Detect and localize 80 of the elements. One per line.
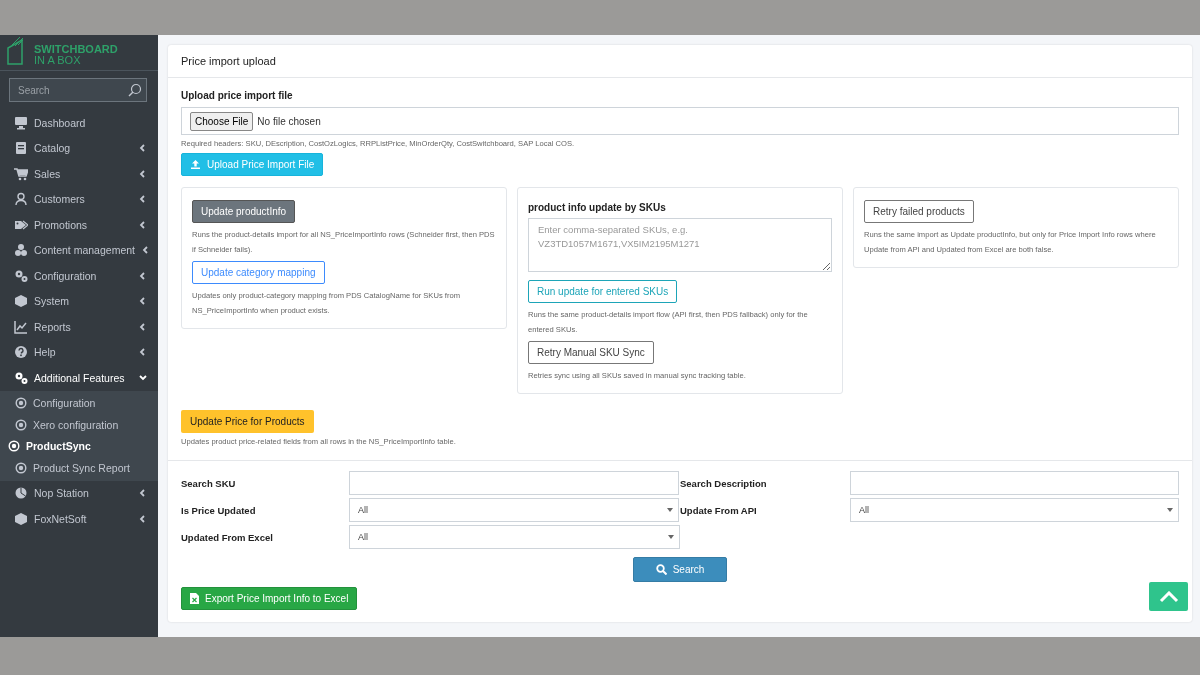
sidebar-subitem[interactable]: ProductSync <box>0 435 158 457</box>
chevron-down-icon <box>138 372 148 383</box>
sku-textarea[interactable]: Enter comma-separated SKUs, e.g. VZ3TD1057M1671,VX5IM2195M1271 <box>528 218 832 272</box>
cube-icon <box>14 294 28 309</box>
file-status: No file chosen <box>257 115 321 127</box>
spreadsheet-file-icon <box>190 593 199 604</box>
logo-text: IN A BOX <box>34 55 82 66</box>
text-field[interactable] <box>349 471 679 495</box>
circle-dot-icon <box>15 461 27 474</box>
caret-down-icon <box>667 508 673 512</box>
chevron-left-icon <box>138 270 148 281</box>
sidebar-subitem[interactable]: Product Sync Report <box>0 457 158 479</box>
sidebar-subitem[interactable]: Xero configuration <box>0 414 158 436</box>
sidebar-item[interactable]: Customers <box>0 186 158 212</box>
caret-down-icon <box>1167 508 1173 512</box>
chevron-left-icon <box>138 219 148 230</box>
cart-icon <box>14 166 28 181</box>
chevron-left-icon <box>138 347 148 358</box>
action-button[interactable]: Update category mapping <box>192 261 325 284</box>
chevron-left-icon <box>138 488 148 499</box>
sidebar-item[interactable]: Catalog <box>0 135 158 161</box>
chevron-left-icon <box>138 143 148 154</box>
action-button[interactable]: Retry failed products <box>864 200 974 223</box>
filter-label: Search Description <box>680 477 768 489</box>
chevron-left-icon <box>138 513 148 524</box>
cubes-icon <box>14 243 28 258</box>
file-input[interactable]: Choose File No file chosen <box>181 107 1179 135</box>
card-title: Price import upload <box>168 45 1192 78</box>
pie-icon <box>14 486 28 501</box>
search-icon <box>128 83 142 97</box>
scroll-to-top-button[interactable] <box>1149 582 1188 611</box>
chevron-left-icon <box>138 321 148 332</box>
chevron-left-icon <box>141 245 151 256</box>
sidebar-item[interactable]: Promotions <box>0 212 158 238</box>
chevron-left-icon <box>138 194 148 205</box>
sidebar-item[interactable]: Nop Station <box>0 480 158 506</box>
caret-down-icon <box>668 535 674 539</box>
action-button[interactable]: Update productInfo <box>192 200 296 223</box>
select-field[interactable]: All <box>349 525 680 549</box>
text-field[interactable] <box>850 471 1179 495</box>
action-button[interactable]: Retry Manual SKU Sync <box>528 341 654 364</box>
user-icon <box>14 192 28 207</box>
upload-icon <box>190 159 201 170</box>
sidebar-item[interactable]: Sales <box>0 161 158 187</box>
circle-dot-icon <box>15 397 27 410</box>
select-field[interactable]: All <box>850 498 1179 522</box>
book-icon <box>14 141 28 156</box>
filter-label: Update From API <box>680 504 758 516</box>
update-price-button[interactable]: Update Price for Products <box>181 410 314 433</box>
chevron-up-icon <box>1158 590 1179 603</box>
chevron-left-icon <box>138 168 148 179</box>
logo-text: SWITCHBOARD <box>34 44 118 55</box>
gears-icon <box>14 268 28 283</box>
filter-label: Search SKU <box>181 477 237 489</box>
gears-icon <box>14 370 28 385</box>
help-icon <box>14 345 28 360</box>
sidebar-item[interactable]: Configuration <box>0 263 158 289</box>
select-field[interactable]: All <box>349 498 679 522</box>
search-field[interactable]: Search <box>9 78 147 102</box>
panel-heading: product info update by SKUs <box>528 202 666 213</box>
sidebar-item[interactable]: Content management <box>0 237 158 263</box>
field-label: Upload price import file <box>181 90 294 101</box>
sidebar-item[interactable]: Dashboard <box>0 110 158 136</box>
filter-label: Updated From Excel <box>181 531 274 543</box>
circle-dot-icon <box>8 440 20 453</box>
sidebar-item[interactable]: System <box>0 288 158 314</box>
filter-label: Is Price Updated <box>181 504 257 516</box>
sidebar-subitem[interactable]: Configuration <box>0 392 158 414</box>
sidebar-item[interactable]: Help <box>0 339 158 365</box>
line-chart-icon <box>14 319 28 334</box>
choose-file-button[interactable]: Choose File <box>190 111 254 131</box>
cube-icon <box>14 511 28 526</box>
sidebar-item[interactable]: Additional Features <box>0 365 158 391</box>
circle-dot-icon <box>15 418 27 431</box>
search-button[interactable]: Search <box>632 557 728 582</box>
sidebar-item[interactable]: FoxNetSoft <box>0 506 158 532</box>
chevron-left-icon <box>138 296 148 307</box>
sidebar-item[interactable]: Reports <box>0 314 158 340</box>
monitor-icon <box>14 115 28 130</box>
search-icon <box>655 564 667 575</box>
